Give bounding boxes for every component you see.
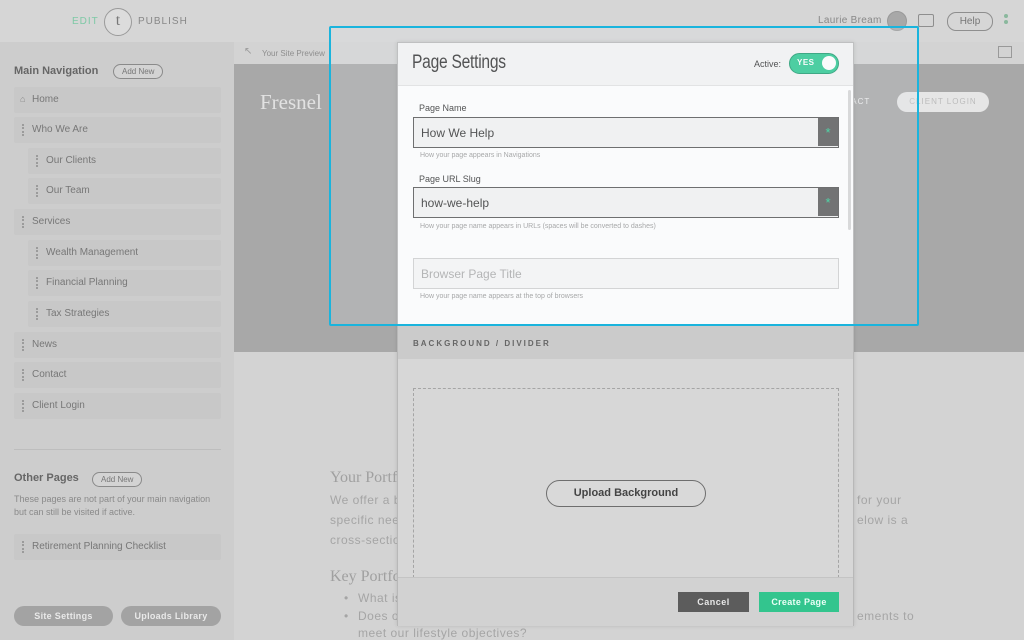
app-logo[interactable]: t: [104, 8, 132, 36]
drag-handle-icon[interactable]: [22, 124, 26, 136]
content-line: ements to: [857, 609, 915, 623]
add-other-page-button[interactable]: Add New: [92, 472, 143, 487]
uploads-library-button[interactable]: Uploads Library: [121, 606, 221, 626]
sidebar-item-label: Tax Strategies: [46, 308, 110, 319]
sidebar-item-news[interactable]: News: [14, 332, 221, 358]
other-pages-description: These pages are not part of your main na…: [14, 494, 211, 517]
content-line: for your: [857, 493, 902, 507]
sidebar-item-contact[interactable]: Contact: [14, 362, 221, 388]
content-line: elow is a: [857, 513, 909, 527]
sidebar-item-label: Client Login: [32, 400, 85, 411]
upload-background-button[interactable]: Upload Background: [546, 480, 706, 507]
content-bullet: What is: [358, 591, 402, 605]
create-page-button[interactable]: Create Page: [759, 592, 839, 612]
drag-handle-icon[interactable]: [36, 277, 40, 289]
sidebar-item-label: Services: [32, 216, 71, 227]
drag-handle-icon[interactable]: [36, 155, 40, 167]
sidebar-item-label: Wealth Management: [46, 247, 139, 258]
sidebar-item-who-we-are[interactable]: Who We Are: [14, 117, 221, 143]
sidebar-item-home[interactable]: ⌂ Home: [14, 87, 221, 113]
expand-icon[interactable]: [998, 46, 1012, 58]
content-line: meet our lifestyle objectives?: [358, 626, 528, 640]
sidebar-item-wealth-management[interactable]: Wealth Management: [28, 240, 221, 266]
sidebar-item-label: Who We Are: [32, 124, 88, 135]
sidebar-item-our-clients[interactable]: Our Clients: [28, 148, 221, 174]
sidebar-item-label: Home: [32, 94, 59, 105]
sidebar-item-label: Financial Planning: [46, 277, 128, 288]
sidebar-item-label: Retirement Planning Checklist: [32, 541, 166, 552]
content-heading: Your Portf: [330, 469, 398, 486]
sidebar-item-label: Our Clients: [46, 155, 97, 166]
content-heading: Key Portfo: [330, 568, 401, 585]
drag-handle-icon[interactable]: [36, 308, 40, 320]
sidebar-item-label: News: [32, 339, 58, 350]
publish-link[interactable]: PUBLISH: [138, 16, 188, 27]
drag-handle-icon[interactable]: [22, 541, 26, 553]
divider: [14, 449, 221, 450]
highlight-frame: [329, 26, 919, 326]
add-new-page-button[interactable]: Add New: [113, 64, 164, 79]
preview-label: Your Site Preview: [262, 49, 325, 58]
drag-handle-icon[interactable]: [22, 400, 26, 412]
drag-handle-icon[interactable]: [36, 185, 40, 197]
user-name[interactable]: Laurie Bream: [818, 15, 882, 26]
home-icon: ⌂: [20, 94, 26, 104]
sidebar-item-our-team[interactable]: Our Team: [28, 178, 221, 204]
cancel-button[interactable]: Cancel: [678, 592, 749, 612]
drag-handle-icon[interactable]: [36, 247, 40, 259]
drag-handle-icon[interactable]: [22, 369, 26, 381]
edit-mode-link[interactable]: EDIT: [72, 16, 99, 27]
more-options-icon[interactable]: [1004, 14, 1008, 28]
site-settings-button[interactable]: Site Settings: [14, 606, 113, 626]
help-button[interactable]: Help: [947, 12, 993, 31]
content-line: specific nee: [330, 513, 400, 527]
main-navigation-title: Main Navigation: [14, 65, 99, 77]
content-line: cross-sectio: [330, 533, 401, 547]
sidebar-item-services[interactable]: Services: [14, 209, 221, 235]
content-bullet: Does o: [358, 609, 400, 623]
drag-handle-icon[interactable]: [22, 339, 26, 351]
chat-icon[interactable]: [918, 14, 934, 27]
sidebar-item-tax-strategies[interactable]: Tax Strategies: [28, 301, 221, 327]
drag-handle-icon[interactable]: [22, 216, 26, 228]
collapse-icon[interactable]: ↖: [244, 46, 252, 57]
sidebar-item-retirement-checklist[interactable]: Retirement Planning Checklist: [14, 534, 221, 560]
sidebar-item-financial-planning[interactable]: Financial Planning: [28, 270, 221, 296]
content-line: We offer a b: [330, 493, 401, 507]
background-section-title: BACKGROUND / DIVIDER: [413, 339, 551, 348]
sidebar-item-label: Our Team: [46, 185, 90, 196]
sidebar-item-label: Contact: [32, 369, 67, 380]
sidebar-item-client-login[interactable]: Client Login: [14, 393, 221, 419]
site-brand[interactable]: Fresnel: [260, 90, 322, 115]
other-pages-title: Other Pages: [14, 472, 79, 484]
